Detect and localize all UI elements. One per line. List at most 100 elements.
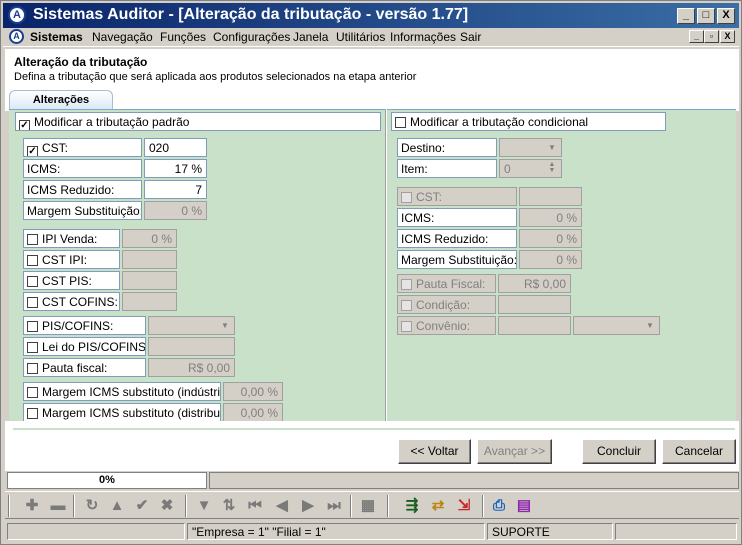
confirm-icon[interactable]: ✔ (133, 497, 151, 515)
toolbar: ✚ ▬ ↻ ▲ ✔ ✖ ▼ ⇅ ⏮ ◀ ▶ ⏭ ▦ ⇶ ⇄ ⇲ ⎙ ▤ (5, 491, 739, 519)
remove-icon[interactable]: ▬ (49, 497, 67, 515)
ipi-venda-input[interactable]: 0 % (122, 229, 177, 248)
concluir-button[interactable]: Concluir (582, 439, 656, 464)
report-icon[interactable]: ⇲ (455, 497, 473, 515)
menu-funcoes[interactable]: Funções (160, 30, 206, 44)
margem-distribuidora-input[interactable]: 0,00 % (223, 403, 283, 422)
progress-track (209, 472, 739, 489)
calculator-icon[interactable]: ▦ (359, 497, 377, 515)
pis-cofins-checkbox[interactable]: PIS/COFINS: (23, 316, 146, 335)
pauta-fiscal-condicional-checkbox[interactable]: Pauta Fiscal: (397, 274, 496, 293)
checkbox-icon (27, 297, 38, 308)
icms-reduzido-condicional-input[interactable]: 0 % (519, 229, 582, 248)
sort-icon[interactable]: ⇅ (220, 497, 238, 515)
edit-icon[interactable]: ▲ (108, 497, 126, 515)
margem-condicional-label: Margem Substituição: (397, 250, 517, 269)
menu-janela[interactable]: Janela (293, 30, 328, 44)
margem-condicional-input[interactable]: 0 % (519, 250, 582, 269)
pis-cofins-select[interactable]: ▼ (148, 316, 235, 335)
cst-condicional-input[interactable] (519, 187, 582, 206)
main-window: A Sistemas Auditor - [Alteração da tribu… (0, 0, 742, 545)
cst-condicional-checkbox[interactable]: CST: (397, 187, 517, 206)
item-stepper[interactable]: 0 ▲ ▼ (499, 159, 562, 178)
checkbox-icon (27, 387, 38, 398)
next-record-icon[interactable]: ▶ (299, 497, 317, 515)
modificar-condicional-checkbox[interactable]: Modificar a tributação condicional (391, 112, 666, 131)
cst-cofins-input[interactable] (122, 292, 177, 311)
close-button[interactable]: X (717, 8, 735, 24)
app-logo-icon: A (8, 6, 26, 24)
pauta-fiscal-input[interactable]: R$ 0,00 (148, 358, 235, 377)
icms-input[interactable]: 17 % (144, 159, 207, 178)
cancelar-button[interactable]: Cancelar (662, 439, 736, 464)
avancar-button[interactable]: Avançar >> (477, 439, 552, 464)
export-icon[interactable]: ⇄ (429, 497, 447, 515)
cst-cofins-checkbox[interactable]: CST COFINS: (23, 292, 120, 311)
convenio-checkbox[interactable]: Convênio: (397, 316, 496, 335)
voltar-button[interactable]: << Voltar (398, 439, 471, 464)
icms-condicional-input[interactable]: 0 % (519, 208, 582, 227)
import-icon[interactable]: ⇶ (403, 497, 421, 515)
menu-configuracoes[interactable]: Configurações (213, 30, 290, 44)
print-icon[interactable]: ⎙ (490, 497, 508, 515)
cancel-icon[interactable]: ✖ (158, 497, 176, 515)
mdi-minimize-button[interactable]: _ (689, 30, 704, 43)
menu-sistemas[interactable]: Sistemas (30, 30, 83, 44)
ipi-venda-checkbox[interactable]: IPI Venda: (23, 229, 120, 248)
margem-industria-input[interactable]: 0,00 % (223, 382, 283, 401)
checkbox-checked-icon: ✓ (27, 146, 38, 157)
menu-utilitarios[interactable]: Utilitários (336, 30, 385, 44)
toolbar-separator (73, 495, 75, 517)
menu-sair[interactable]: Sair (460, 30, 481, 44)
cst-input[interactable]: 020 (144, 138, 207, 157)
lei-pis-cofins-checkbox[interactable]: Lei do PIS/COFINS: (23, 337, 146, 356)
footer-divider (13, 428, 735, 430)
status-user: SUPORTE (487, 523, 613, 540)
cst-ipi-checkbox[interactable]: CST IPI: (23, 250, 120, 269)
lei-pis-cofins-input[interactable] (148, 337, 235, 356)
maximize-button[interactable]: □ (697, 8, 715, 24)
margem-substituicao-input[interactable]: 0 % (144, 201, 207, 220)
mdi-restore-button[interactable]: ▫ (704, 30, 719, 43)
spreadsheet-icon[interactable]: ▤ (515, 497, 533, 515)
cst-ipi-input[interactable] (122, 250, 177, 269)
cst-pis-input[interactable] (122, 271, 177, 290)
chevron-down-icon: ▼ (221, 321, 229, 330)
cst-pis-checkbox[interactable]: CST PIS: (23, 271, 120, 290)
window-title: Sistemas Auditor - [Alteração da tributa… (33, 6, 469, 23)
last-record-icon[interactable]: ⏭ (325, 497, 343, 515)
condicao-checkbox[interactable]: Condição: (397, 295, 496, 314)
menu-navegacao[interactable]: Navegação (92, 30, 153, 44)
refresh-icon[interactable]: ↻ (83, 497, 101, 515)
convenio-select[interactable]: ▼ (573, 316, 660, 335)
tab-alteracoes[interactable]: Alterações (9, 90, 113, 110)
toolbar-grip (8, 495, 10, 517)
toolbar-separator (482, 495, 484, 517)
pauta-fiscal-condicional-input[interactable]: R$ 0,00 (498, 274, 571, 293)
checkbox-icon (401, 192, 412, 203)
title-bar[interactable]: A Sistemas Auditor - [Alteração da tribu… (3, 3, 739, 28)
checkbox-icon (27, 363, 38, 374)
add-icon[interactable]: ✚ (23, 497, 41, 515)
mdi-close-button[interactable]: X (720, 30, 735, 43)
modificar-padrao-checkbox[interactable]: ✓ Modificar a tributação padrão (15, 112, 381, 131)
icms-reduzido-label: ICMS Reduzido: (23, 180, 142, 199)
condicao-input[interactable] (498, 295, 571, 314)
pauta-fiscal-checkbox[interactable]: Pauta fiscal: (23, 358, 146, 377)
margem-industria-checkbox[interactable]: Margem ICMS substituto (indústria): (23, 382, 221, 401)
destino-select[interactable]: ▼ (499, 138, 562, 157)
first-record-icon[interactable]: ⏮ (246, 497, 264, 515)
cst-checkbox[interactable]: ✓ CST: (23, 138, 142, 157)
convenio-input[interactable] (498, 316, 571, 335)
icms-reduzido-input[interactable]: 7 (144, 180, 207, 199)
menu-informacoes[interactable]: Informações (390, 30, 456, 44)
destino-label: Destino: (397, 138, 497, 157)
filter-icon[interactable]: ▼ (195, 497, 213, 515)
checkbox-icon (27, 321, 38, 332)
minimize-button[interactable]: _ (677, 8, 695, 24)
mdi-app-icon[interactable]: A (9, 29, 24, 44)
tab-strip (5, 87, 739, 111)
previous-record-icon[interactable]: ◀ (273, 497, 291, 515)
margem-distribuidora-checkbox[interactable]: Margem ICMS substituto (distribuidora) (23, 403, 221, 422)
page-subtitle: Defina a tributação que será aplicada ao… (14, 71, 417, 83)
